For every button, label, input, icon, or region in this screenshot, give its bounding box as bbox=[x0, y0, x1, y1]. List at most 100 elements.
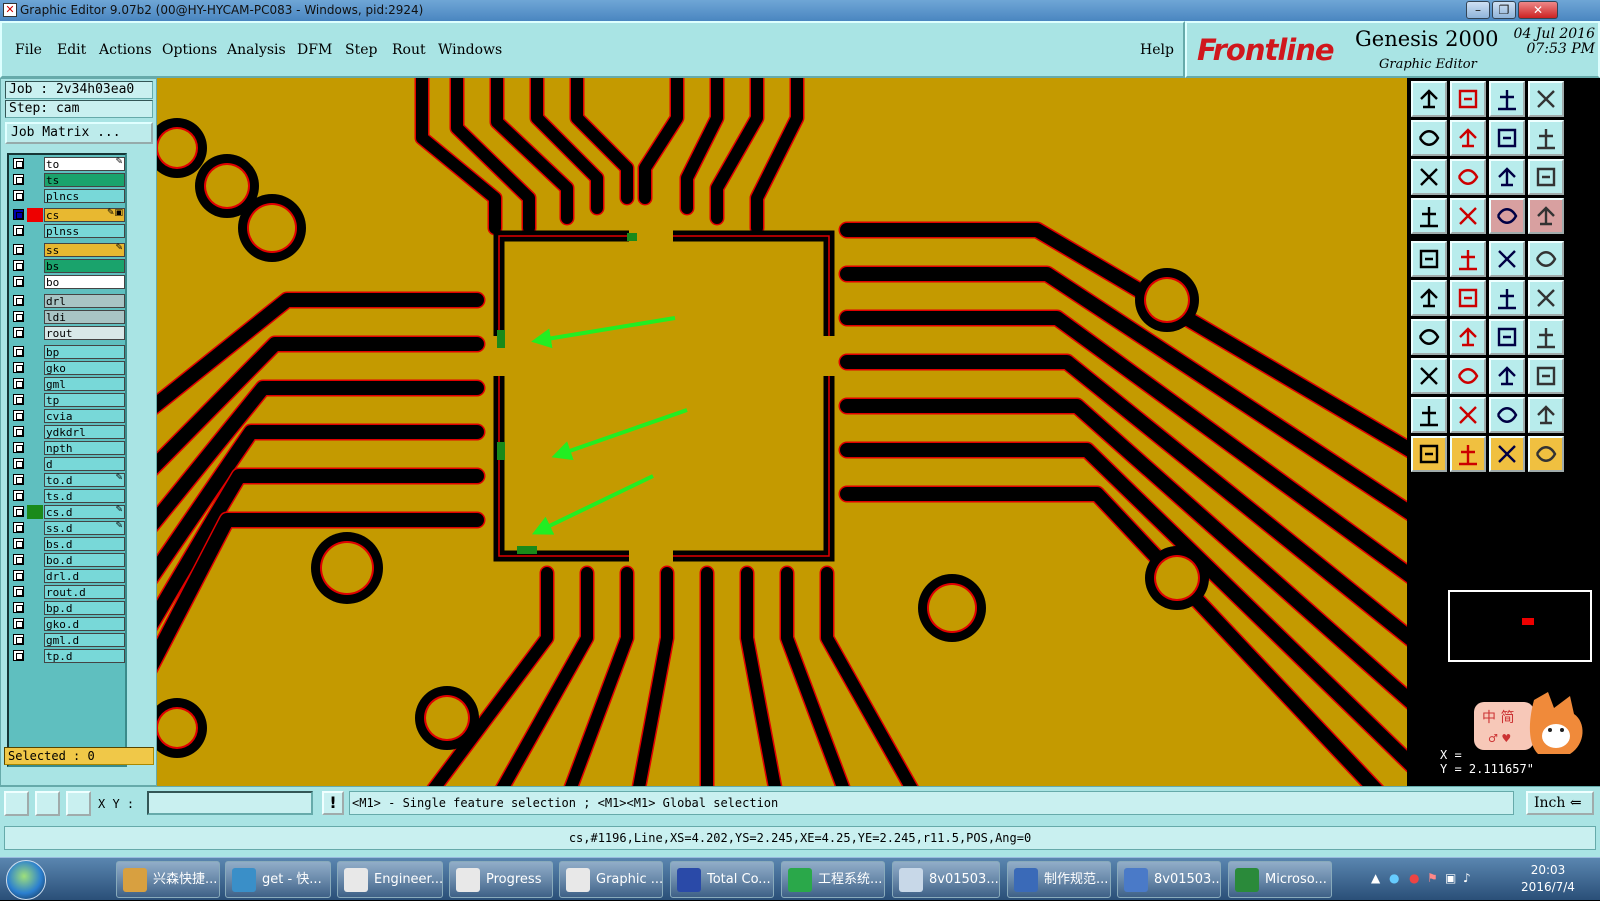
layer-checkbox[interactable] bbox=[13, 346, 24, 357]
layer-row[interactable]: gko bbox=[11, 361, 125, 375]
layer-affected-swatch[interactable] bbox=[27, 157, 43, 171]
layer-row[interactable]: gml.d bbox=[11, 633, 125, 647]
layer-row[interactable]: plncs bbox=[11, 189, 125, 203]
layer-name[interactable]: ydkdrl bbox=[44, 425, 125, 439]
tray-app-icon[interactable]: ● bbox=[1389, 871, 1399, 885]
layer-name[interactable]: ldi bbox=[44, 310, 125, 324]
layer-checkbox[interactable] bbox=[13, 442, 24, 453]
help-button[interactable] bbox=[1528, 159, 1564, 195]
taskbar-item[interactable]: 8v01503... bbox=[892, 861, 1000, 898]
layer-row[interactable]: ts bbox=[11, 173, 125, 187]
pad-add-button[interactable] bbox=[1411, 358, 1447, 394]
angle-snap-icon[interactable] bbox=[35, 791, 60, 816]
panel-button[interactable] bbox=[1528, 81, 1564, 117]
layer-checkbox[interactable] bbox=[13, 244, 24, 255]
menu-analysis[interactable]: Analysis bbox=[227, 42, 286, 58]
layer-name[interactable]: ts bbox=[44, 173, 125, 187]
layer-row[interactable]: npth bbox=[11, 441, 125, 455]
taskbar-item[interactable]: Progress bbox=[449, 861, 553, 898]
layer-name[interactable]: rout.d bbox=[44, 585, 125, 599]
layer-affected-swatch[interactable] bbox=[27, 208, 43, 222]
layer-affected-swatch[interactable] bbox=[27, 537, 43, 551]
maximize-button[interactable]: ❐ bbox=[1492, 1, 1516, 19]
layer-row[interactable]: to ✎ bbox=[11, 157, 125, 171]
menu-windows[interactable]: Windows bbox=[438, 42, 502, 58]
layer-checkbox[interactable] bbox=[13, 311, 24, 322]
move-point-button[interactable] bbox=[1489, 280, 1525, 316]
layer-row[interactable]: cs.d ✎ bbox=[11, 505, 125, 519]
menu-rout[interactable]: Rout bbox=[392, 42, 426, 58]
layer-row[interactable]: bo.d bbox=[11, 553, 125, 567]
erase-button[interactable] bbox=[1450, 241, 1486, 277]
arc-tool-3-button[interactable] bbox=[1528, 397, 1564, 433]
layer-name[interactable]: bo bbox=[44, 275, 125, 289]
layer-checkbox[interactable] bbox=[13, 554, 24, 565]
layer-checkbox[interactable] bbox=[13, 506, 24, 517]
layer-affected-swatch[interactable] bbox=[27, 473, 43, 487]
layer-name[interactable]: cvia bbox=[44, 409, 125, 423]
layer-checkbox[interactable] bbox=[13, 394, 24, 405]
move-segment-button[interactable] bbox=[1528, 280, 1564, 316]
layer-name[interactable]: tp.d bbox=[44, 649, 125, 663]
layer-name[interactable]: ss bbox=[44, 243, 125, 257]
menu-help[interactable]: Help bbox=[1140, 42, 1174, 58]
layer-checkbox[interactable] bbox=[13, 362, 24, 373]
layer-affected-swatch[interactable] bbox=[27, 601, 43, 615]
layer-row[interactable]: rout bbox=[11, 326, 125, 340]
app-icon[interactable]: ✕ bbox=[3, 3, 17, 17]
layer-row[interactable]: drl.d bbox=[11, 569, 125, 583]
layer-affected-swatch[interactable] bbox=[27, 649, 43, 663]
layer-affected-swatch[interactable] bbox=[27, 425, 43, 439]
undo-view-button[interactable] bbox=[1489, 120, 1525, 156]
pan-right-button[interactable] bbox=[1450, 120, 1486, 156]
layer-affected-swatch[interactable] bbox=[27, 189, 43, 203]
tray-app-icon-2[interactable]: ● bbox=[1409, 871, 1419, 885]
pointer-button[interactable] bbox=[1411, 436, 1447, 472]
taskbar-item[interactable]: 8v01503... bbox=[1117, 861, 1221, 898]
layer-affected-swatch[interactable] bbox=[27, 173, 43, 187]
layer-affected-swatch[interactable] bbox=[27, 310, 43, 324]
layer-checkbox[interactable] bbox=[13, 260, 24, 271]
layer-name[interactable]: bp bbox=[44, 345, 125, 359]
taskbar-item[interactable]: 兴森快捷... bbox=[116, 861, 220, 898]
layer-affected-swatch[interactable] bbox=[27, 294, 43, 308]
layer-affected-swatch[interactable] bbox=[27, 393, 43, 407]
layer-affected-swatch[interactable] bbox=[27, 569, 43, 583]
pad-button[interactable] bbox=[1528, 241, 1564, 277]
layer-name[interactable]: cs.d bbox=[44, 505, 125, 519]
layer-name[interactable]: bs.d bbox=[44, 537, 125, 551]
graphic-canvas[interactable] bbox=[157, 78, 1407, 786]
pointer-3-button[interactable] bbox=[1489, 436, 1525, 472]
snap-icon[interactable] bbox=[4, 791, 29, 816]
layer-name[interactable]: drl bbox=[44, 294, 125, 308]
layer-name[interactable]: drl.d bbox=[44, 569, 125, 583]
layer-checkbox[interactable] bbox=[13, 634, 24, 645]
layer-affected-swatch[interactable] bbox=[27, 553, 43, 567]
tray-flag-icon[interactable]: ⚑ bbox=[1427, 871, 1438, 885]
layer-affected-swatch[interactable] bbox=[27, 585, 43, 599]
taskbar-item[interactable]: Total Co... bbox=[670, 861, 774, 898]
layer-affected-swatch[interactable] bbox=[27, 409, 43, 423]
layer-checkbox[interactable] bbox=[13, 158, 24, 169]
layer-row[interactable]: ts.d bbox=[11, 489, 125, 503]
settings-button[interactable] bbox=[1411, 198, 1447, 234]
layer-checkbox[interactable] bbox=[13, 474, 24, 485]
layer-checkbox[interactable] bbox=[13, 174, 24, 185]
stretch-button[interactable] bbox=[1489, 358, 1525, 394]
menu-step[interactable]: Step bbox=[345, 42, 377, 58]
triangle-button[interactable] bbox=[1411, 397, 1447, 433]
grid-button[interactable] bbox=[1450, 198, 1486, 234]
layer-name[interactable]: npth bbox=[44, 441, 125, 455]
layer-checkbox[interactable] bbox=[13, 209, 24, 220]
home-button[interactable] bbox=[1489, 81, 1525, 117]
layer-affected-swatch[interactable] bbox=[27, 457, 43, 471]
layer-name[interactable]: bo.d bbox=[44, 553, 125, 567]
pan-left-button[interactable] bbox=[1411, 120, 1447, 156]
layer-colors-2-button[interactable] bbox=[1528, 198, 1564, 234]
layer-row[interactable]: drl bbox=[11, 294, 125, 308]
layer-checkbox[interactable] bbox=[13, 327, 24, 338]
pointer-2-button[interactable] bbox=[1450, 436, 1486, 472]
layer-name[interactable]: bs bbox=[44, 259, 125, 273]
pointer-4-button[interactable] bbox=[1528, 436, 1564, 472]
layer-row[interactable]: rout.d bbox=[11, 585, 125, 599]
